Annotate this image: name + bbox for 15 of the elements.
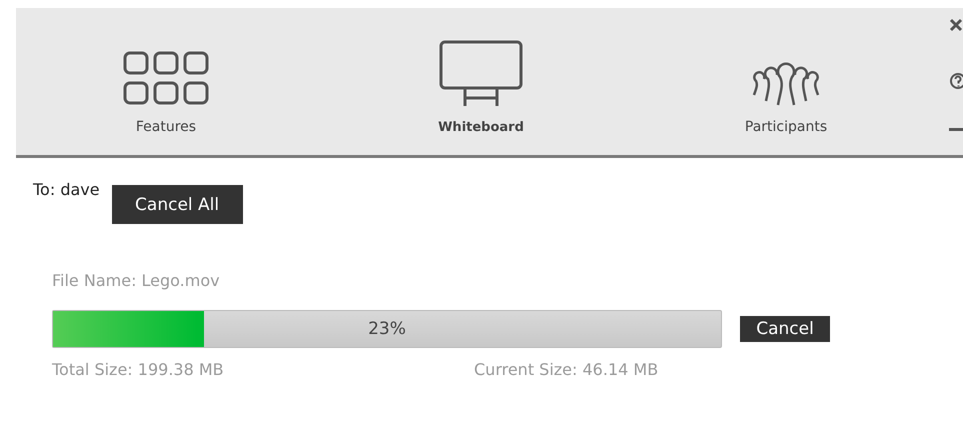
minimize-icon[interactable]	[949, 128, 963, 132]
toolbar-tab[interactable]: Features	[111, 8, 221, 155]
progress-percent: 23%	[367, 319, 407, 339]
cancel-button[interactable]: Cancel	[740, 316, 830, 342]
total-size: Total Size: 199.38 MB	[52, 360, 225, 379]
cancel-all-button[interactable]: Cancel All	[112, 185, 243, 224]
close-icon[interactable]	[949, 18, 963, 32]
toolbar-tab[interactable]: Whiteboard	[416, 8, 546, 155]
toolbar-tab[interactable]: Participants	[721, 8, 851, 155]
help-icon[interactable]	[949, 72, 963, 90]
current-size: Current Size: 46.14 MB	[474, 360, 658, 379]
whiteboard-icon	[439, 40, 523, 108]
recipient-label: To: dave	[33, 180, 100, 199]
file-name: File Name: Lego.mov	[52, 271, 221, 290]
grid-icon	[123, 51, 209, 107]
